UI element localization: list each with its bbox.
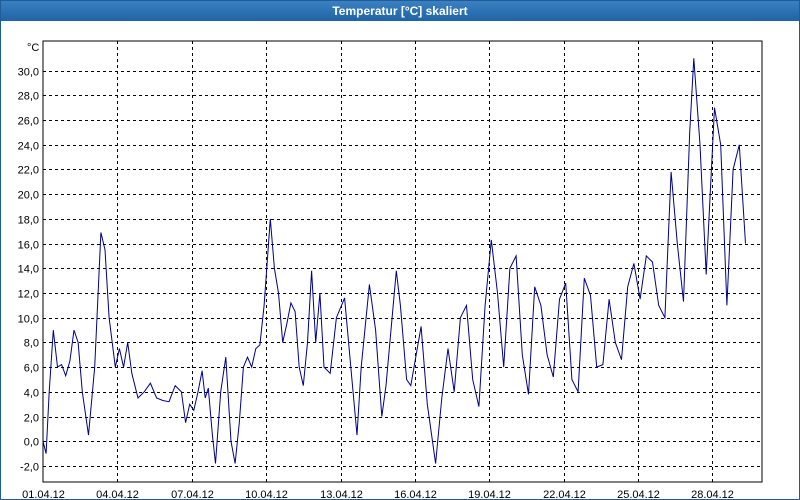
y-tick-label: 4,0 xyxy=(24,388,39,400)
y-tick-label: 18,0 xyxy=(18,215,39,227)
x-tick-label: 22.04.12 xyxy=(543,489,586,499)
x-tick-label: 19.04.12 xyxy=(468,489,511,499)
y-tick-label: 28,0 xyxy=(18,91,39,103)
y-tick-label: 0,0 xyxy=(24,437,39,449)
y-axis-ticks: 30,0 28,0 26,0 24,0 22,0 20,0 18,0 16,0 14,0 12,0… xyxy=(18,67,39,474)
y-tick-label: 26,0 xyxy=(18,116,39,128)
x-tick-label: 28.04.12 xyxy=(691,489,734,499)
x-tick-label: 13.04.12 xyxy=(320,489,363,499)
y-tick-label: 12,0 xyxy=(18,289,39,301)
y-tick-label: 22,0 xyxy=(18,165,39,177)
x-tick-label: 01.04.12 xyxy=(22,489,65,499)
y-tick-label: 14,0 xyxy=(18,264,39,276)
y-tick-label: -2,0 xyxy=(20,462,39,474)
x-tick-label: 16.04.12 xyxy=(394,489,437,499)
x-tick-label: 04.04.12 xyxy=(96,489,139,499)
y-tick-label: 30,0 xyxy=(18,67,39,79)
window-title: Temperatur [°C] skaliert xyxy=(1,1,799,21)
temperature-chart: 30,0 28,0 26,0 24,0 22,0 20,0 18,0 16,0 14,0 12,0… xyxy=(18,40,763,499)
x-axis-ticks: 01.04.12 04.04.12 07.04.12 10.04.12 13.04.12… xyxy=(22,489,734,499)
x-tick-label: 10.04.12 xyxy=(245,489,288,499)
y-tick-label: 24,0 xyxy=(18,141,39,153)
x-tick-label: 25.04.12 xyxy=(617,489,660,499)
y-axis-unit-label: °C xyxy=(27,42,39,54)
y-tick-label: 6,0 xyxy=(24,363,39,375)
x-tick-label: 07.04.12 xyxy=(171,489,214,499)
plot-area xyxy=(42,40,763,483)
y-tick-label: 20,0 xyxy=(18,190,39,202)
chart-window: Temperatur [°C] skaliert 30,0 28,0 26,0 24,… xyxy=(0,0,800,500)
y-tick-label: 16,0 xyxy=(18,240,39,252)
y-tick-label: 10,0 xyxy=(18,314,39,326)
y-tick-label: 2,0 xyxy=(24,413,39,425)
y-tick-label: 8,0 xyxy=(24,338,39,350)
